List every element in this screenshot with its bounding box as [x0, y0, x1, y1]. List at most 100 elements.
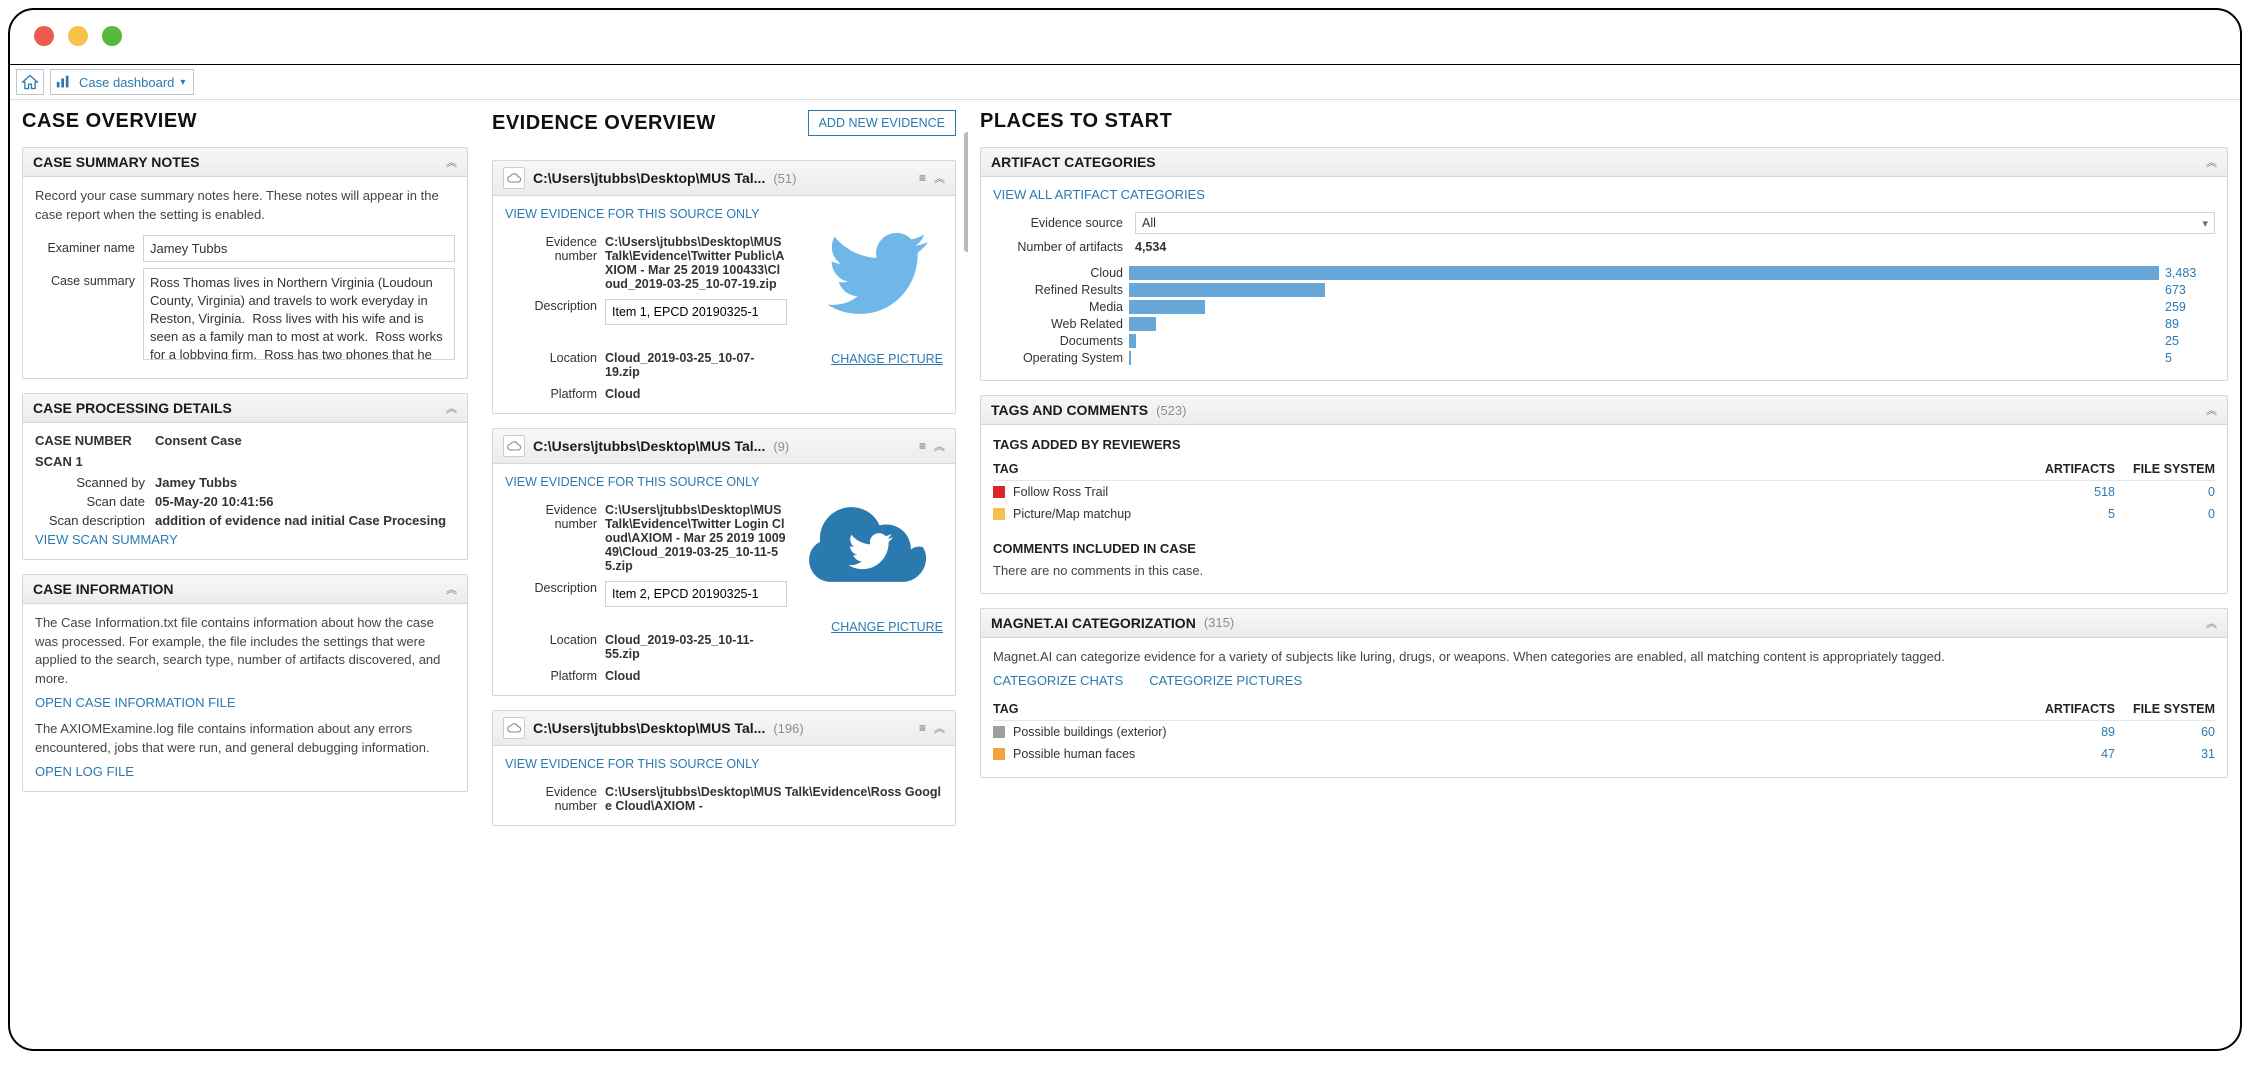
platform-value: Cloud: [605, 665, 787, 683]
evidence-count: (196): [773, 721, 803, 736]
home-button[interactable]: [16, 69, 44, 95]
evidence-panel: C:\Users\jtubbs\Desktop\MUS Tal... (196)…: [492, 710, 956, 826]
open-log-file-link[interactable]: OPEN LOG FILE: [35, 764, 134, 779]
tag-row[interactable]: Picture/Map matchup 5 0: [993, 503, 2215, 525]
panel-header[interactable]: ARTIFACT CATEGORIES ︽: [981, 148, 2227, 177]
case-summary-label: Case summary: [35, 268, 135, 288]
platform-label: Platform: [505, 665, 597, 683]
bar-label: Refined Results: [993, 283, 1123, 297]
evidence-number-label: Evidence number: [505, 231, 597, 263]
collapse-icon[interactable]: ︽: [2206, 615, 2217, 631]
bar-label: Cloud: [993, 266, 1123, 280]
maximize-dot[interactable]: [102, 26, 122, 46]
panel-header[interactable]: CASE SUMMARY NOTES ︽: [23, 148, 467, 177]
panel-header[interactable]: C:\Users\jtubbs\Desktop\MUS Tal... (9) ≡…: [493, 429, 955, 464]
categorize-chats-link[interactable]: CATEGORIZE CHATS: [993, 673, 1123, 688]
artifact-bar-row[interactable]: Operating System 5: [993, 351, 2215, 365]
collapse-icon[interactable]: ︽: [446, 400, 457, 416]
minimize-dot[interactable]: [68, 26, 88, 46]
panel-header[interactable]: C:\Users\jtubbs\Desktop\MUS Tal... (51) …: [493, 161, 955, 196]
tag-color-swatch: [993, 726, 1005, 738]
tags-added-heading: TAGS ADDED BY REVIEWERS: [993, 437, 2215, 452]
panel-header[interactable]: CASE INFORMATION ︽: [23, 575, 467, 604]
evidence-number-value: C:\Users\jtubbs\Desktop\MUS Talk\Evidenc…: [605, 781, 943, 813]
view-all-artifact-categories-link[interactable]: VIEW ALL ARTIFACT CATEGORIES: [993, 187, 1205, 202]
bar-label: Operating System: [993, 351, 1123, 365]
tag-row[interactable]: Follow Ross Trail 518 0: [993, 481, 2215, 504]
view-scan-summary-link[interactable]: VIEW SCAN SUMMARY: [35, 532, 178, 547]
ai-tag-row[interactable]: Possible buildings (exterior) 89 60: [993, 720, 2215, 743]
tags-table: TAG ARTIFACTS FILE SYSTEM Follow Ross Tr…: [993, 458, 2215, 525]
collapse-icon[interactable]: ︽: [934, 170, 945, 186]
tag-artifacts-count: 89: [2025, 720, 2115, 743]
examiner-name-input[interactable]: [143, 235, 455, 262]
collapse-icon[interactable]: ︽: [2206, 154, 2217, 170]
evidence-count: (9): [773, 439, 789, 454]
tag-filesystem-count: 0: [2115, 481, 2215, 504]
evidence-title: C:\Users\jtubbs\Desktop\MUS Tal...: [533, 438, 765, 454]
view-evidence-source-link[interactable]: VIEW EVIDENCE FOR THIS SOURCE ONLY: [505, 757, 759, 771]
add-new-evidence-button[interactable]: ADD NEW EVIDENCE: [808, 110, 956, 136]
bar-value: 3,483: [2165, 266, 2215, 280]
panel-title: ARTIFACT CATEGORIES: [991, 154, 1156, 170]
collapse-icon[interactable]: ︽: [2206, 402, 2217, 418]
change-picture-link[interactable]: CHANGE PICTURE: [831, 352, 943, 366]
panel-header[interactable]: CASE PROCESSING DETAILS ︽: [23, 394, 467, 423]
location-label: Location: [505, 611, 597, 647]
magnet-ai-panel: MAGNET.AI CATEGORIZATION (315) ︽ Magnet.…: [980, 608, 2228, 778]
tag-artifacts-count: 518: [2025, 481, 2115, 504]
tag-filesystem-count: 31: [2115, 743, 2215, 765]
evidence-number-value: C:\Users\jtubbs\Desktop\MUS Talk\Evidenc…: [605, 499, 787, 573]
app-toolbar: Case dashboard ▾: [10, 65, 2240, 100]
collapse-icon[interactable]: ︽: [446, 154, 457, 170]
artifact-bar-row[interactable]: Media 259: [993, 300, 2215, 314]
tag-name: Possible human faces: [1013, 747, 1135, 761]
description-input[interactable]: [605, 581, 787, 607]
th-artifacts: ARTIFACTS: [2025, 698, 2115, 721]
evidence-panel: C:\Users\jtubbs\Desktop\MUS Tal... (9) ≡…: [492, 428, 956, 696]
close-dot[interactable]: [34, 26, 54, 46]
location-label: Location: [505, 329, 597, 365]
collapse-icon[interactable]: ︽: [934, 438, 945, 454]
case-information-panel: CASE INFORMATION ︽ The Case Information.…: [22, 574, 468, 792]
view-evidence-source-link[interactable]: VIEW EVIDENCE FOR THIS SOURCE ONLY: [505, 475, 759, 489]
places-to-start-title: PLACES TO START: [980, 110, 2228, 133]
number-of-artifacts-value: 4,534: [1135, 240, 1166, 254]
scan-date-value: 05-May-20 10:41:56: [155, 494, 455, 509]
scan-description-value: addition of evidence nad initial Case Pr…: [155, 513, 455, 528]
panel-header[interactable]: C:\Users\jtubbs\Desktop\MUS Tal... (196)…: [493, 711, 955, 746]
open-case-information-link[interactable]: OPEN CASE INFORMATION FILE: [35, 695, 236, 710]
case-info-paragraph-2: The AXIOMExamine.log file contains infor…: [35, 720, 455, 758]
bar-value: 25: [2165, 334, 2215, 348]
cloud-icon: [503, 167, 525, 189]
tag-artifacts-count: 47: [2025, 743, 2115, 765]
description-input[interactable]: [605, 299, 787, 325]
tag-filesystem-count: 60: [2115, 720, 2215, 743]
categorize-pictures-link[interactable]: CATEGORIZE PICTURES: [1149, 673, 1302, 688]
panel-count: (315): [1204, 615, 1234, 630]
case-dashboard-dropdown[interactable]: Case dashboard ▾: [50, 69, 194, 95]
collapse-icon[interactable]: ︽: [934, 720, 945, 736]
panel-header[interactable]: MAGNET.AI CATEGORIZATION (315) ︽: [981, 609, 2227, 638]
evidence-number-label: Evidence number: [505, 499, 597, 531]
ai-tag-row[interactable]: Possible human faces 47 31: [993, 743, 2215, 765]
artifact-bar-row[interactable]: Cloud 3,483: [993, 266, 2215, 280]
panel-header[interactable]: TAGS AND COMMENTS (523) ︽: [981, 396, 2227, 425]
case-summary-textarea[interactable]: [143, 268, 455, 360]
tag-color-swatch: [993, 748, 1005, 760]
menu-icon[interactable]: ≡: [919, 171, 924, 185]
collapse-icon[interactable]: ︽: [446, 581, 457, 597]
artifact-bar-row[interactable]: Refined Results 673: [993, 283, 2215, 297]
menu-icon[interactable]: ≡: [919, 721, 924, 735]
case-overview-column: CASE OVERVIEW CASE SUMMARY NOTES ︽ Recor…: [10, 100, 480, 1049]
view-evidence-source-link[interactable]: VIEW EVIDENCE FOR THIS SOURCE ONLY: [505, 207, 759, 221]
scanned-by-value: Jamey Tubbs: [155, 475, 455, 490]
menu-icon[interactable]: ≡: [919, 439, 924, 453]
scanned-by-label: Scanned by: [35, 475, 145, 490]
evidence-source-select[interactable]: All ▾: [1135, 212, 2215, 234]
artifact-bar-row[interactable]: Web Related 89: [993, 317, 2215, 331]
th-file-system: FILE SYSTEM: [2115, 458, 2215, 481]
evidence-source-value: All: [1142, 216, 1156, 230]
artifact-bar-row[interactable]: Documents 25: [993, 334, 2215, 348]
change-picture-link[interactable]: CHANGE PICTURE: [831, 620, 943, 634]
